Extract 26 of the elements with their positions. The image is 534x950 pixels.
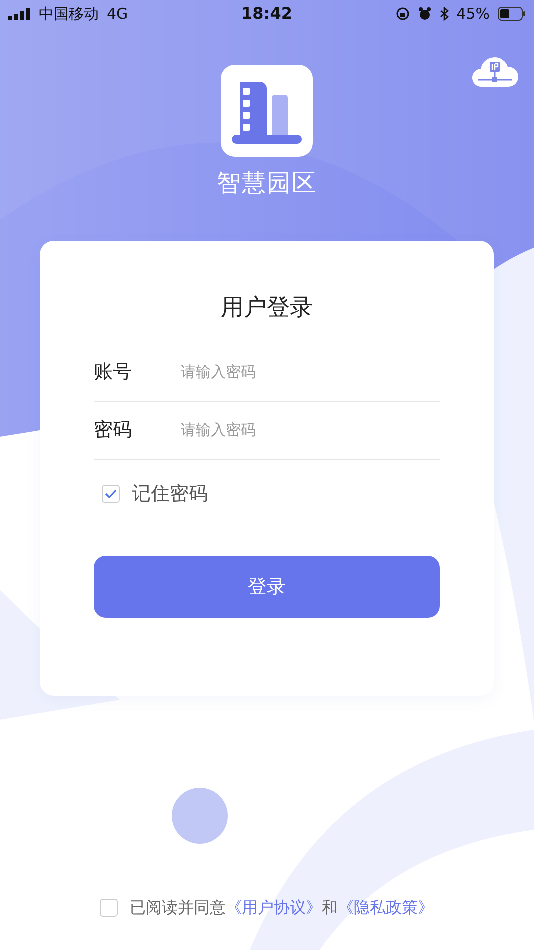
remember-checkbox[interactable] xyxy=(102,484,120,503)
rotation-lock-icon xyxy=(396,7,410,21)
circle-decoration xyxy=(172,788,228,844)
field-label: 账号 xyxy=(94,360,133,385)
battery-icon xyxy=(498,7,526,21)
login-button[interactable]: 登录 xyxy=(94,556,440,618)
remember-label: 记住密码 xyxy=(132,482,208,506)
carrier-name: 中国移动 xyxy=(39,4,99,25)
agreement-checkbox[interactable] xyxy=(100,899,118,917)
network-type: 4G xyxy=(107,4,128,25)
clock-time: 18:42 xyxy=(242,3,292,25)
login-title: 用户登录 xyxy=(220,294,314,323)
signal-icon xyxy=(8,8,31,20)
conjunction-text: 和 xyxy=(322,897,338,919)
battery-percent: 45% xyxy=(456,4,490,25)
ip-settings-button[interactable] xyxy=(472,57,518,89)
agreement-text: 已阅读并同意 xyxy=(130,897,226,919)
bluetooth-icon xyxy=(440,7,449,21)
field-label: 密码 xyxy=(94,418,133,443)
check-icon xyxy=(105,488,117,499)
input-field[interactable]: 请输入密码 xyxy=(181,418,440,442)
app-name: 智慧园区 xyxy=(216,168,318,199)
input-field[interactable]: 请输入密码 xyxy=(181,360,440,384)
user-agreement-link[interactable]: 《用户协议》 xyxy=(226,896,322,920)
privacy-policy-link[interactable]: 《隐私政策》 xyxy=(338,896,434,920)
alarm-icon xyxy=(418,7,432,21)
